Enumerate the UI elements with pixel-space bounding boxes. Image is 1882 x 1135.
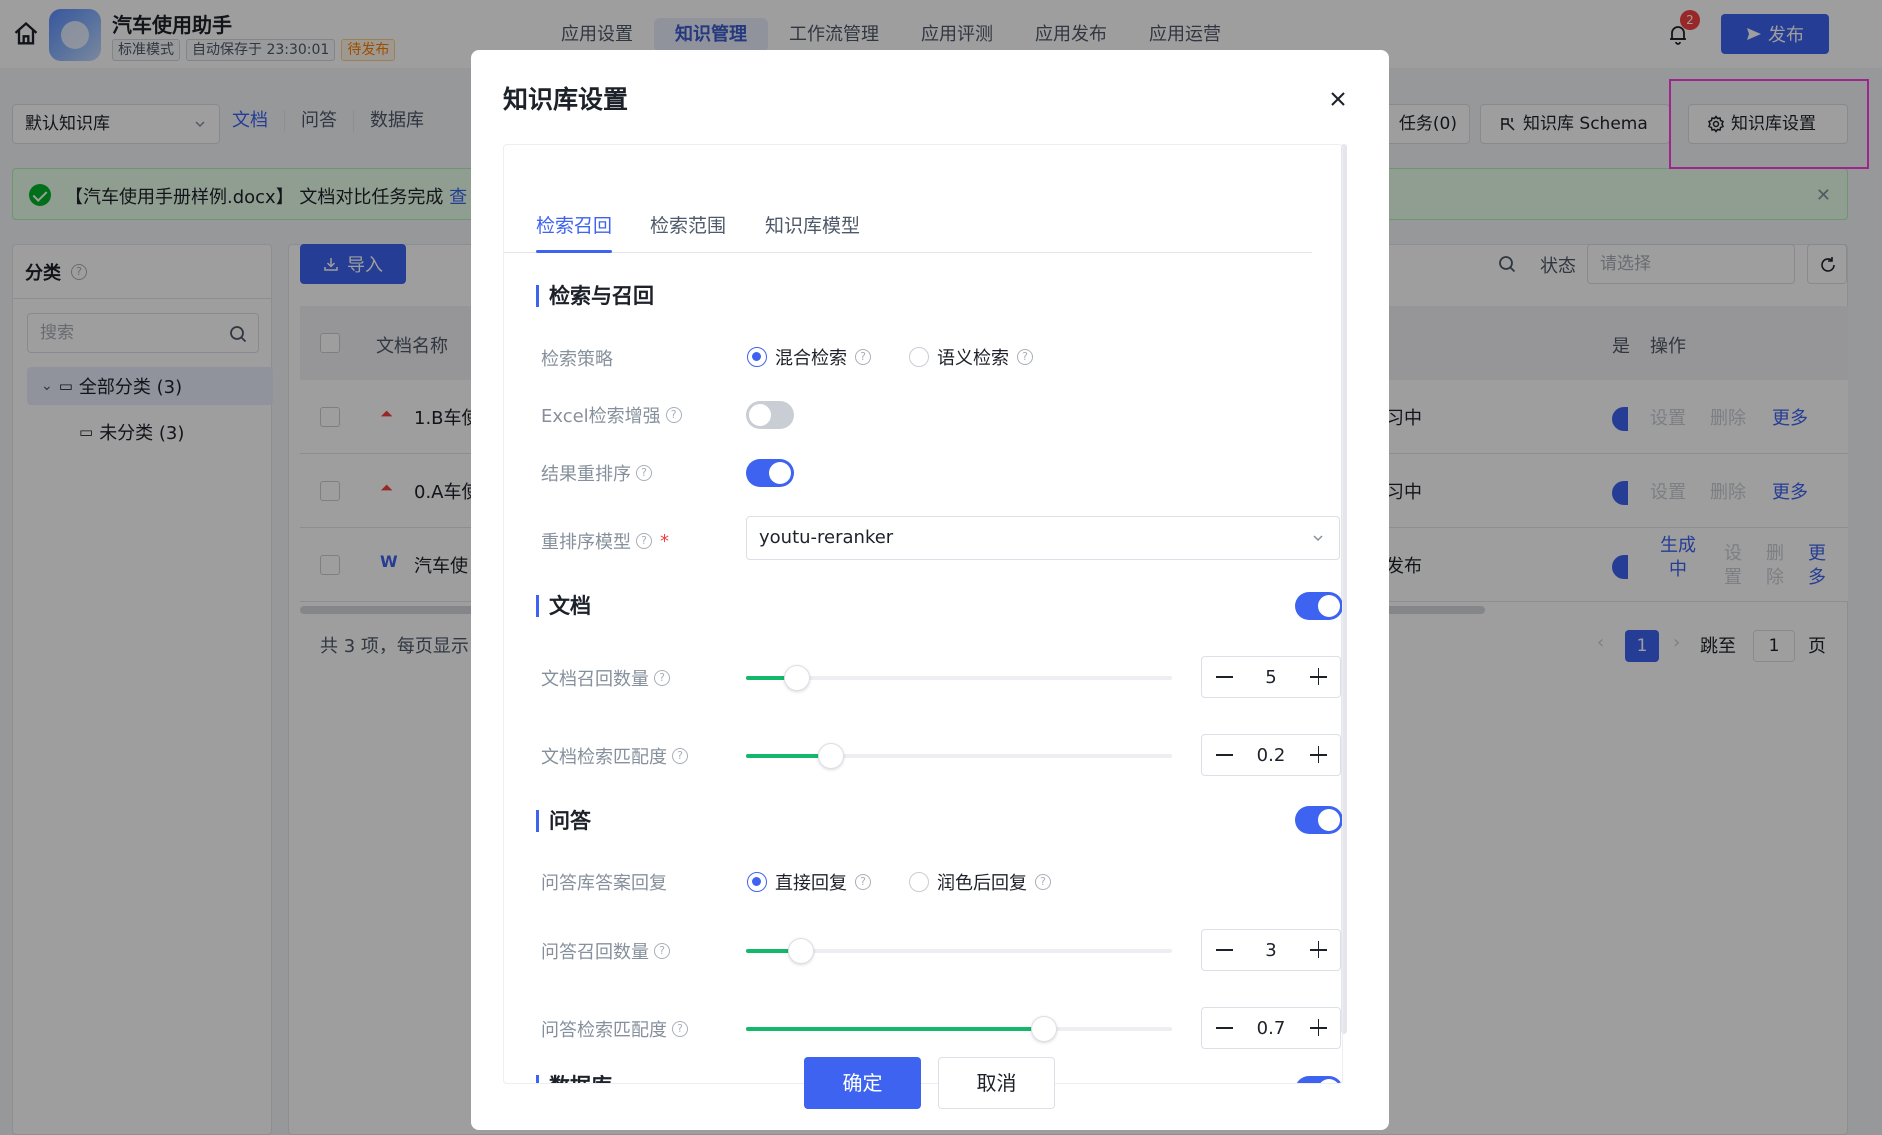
confirm-button[interactable]: 确定 <box>804 1057 921 1109</box>
decrement-button[interactable] <box>1202 930 1246 970</box>
strategy-label: 检索策略 <box>541 345 613 371</box>
dialog-title: 知识库设置 <box>503 85 629 114</box>
tab-scope[interactable]: 检索范围 <box>650 211 726 238</box>
slider-handle[interactable] <box>818 743 845 769</box>
radio-direct-reply[interactable]: 直接回复 ? <box>747 869 871 895</box>
help-icon[interactable]: ? <box>654 670 670 686</box>
rerank-model-label: 重排序模型 ? * <box>541 528 669 554</box>
increment-button[interactable] <box>1296 657 1340 697</box>
required-asterisk: * <box>660 530 669 552</box>
increment-button[interactable] <box>1296 930 1340 970</box>
excel-enhance-label: Excel检索增强 ? <box>541 402 682 428</box>
help-icon[interactable]: ? <box>855 349 871 365</box>
qa-switch[interactable] <box>1295 806 1342 834</box>
tab-retrieval[interactable]: 检索召回 <box>536 211 612 238</box>
rerank-label-text: 结果重排序 <box>541 464 631 485</box>
help-icon[interactable]: ? <box>1035 874 1051 890</box>
radio-hybrid-search[interactable]: 混合检索 ? <box>747 344 871 370</box>
increment-button[interactable] <box>1296 735 1340 775</box>
cancel-button[interactable]: 取消 <box>938 1057 1055 1109</box>
doc-match-stepper[interactable]: 0.2 <box>1201 734 1341 776</box>
qa-count-label: 问答召回数量 ? <box>541 938 670 964</box>
radio-label: 语义检索 <box>937 348 1009 369</box>
decrement-button[interactable] <box>1202 1008 1246 1048</box>
qa-count-slider[interactable] <box>746 938 1172 964</box>
stepper-value[interactable]: 0.2 <box>1246 745 1296 766</box>
stepper-value[interactable]: 5 <box>1246 667 1296 688</box>
database-switch[interactable] <box>1295 1076 1342 1083</box>
rerank-model-value: youtu-reranker <box>759 527 894 548</box>
section-retrieval-title: 检索与召回 <box>536 285 654 307</box>
qa-match-label-text: 问答检索匹配度 <box>541 1020 667 1041</box>
help-icon[interactable]: ? <box>665 407 682 423</box>
help-icon[interactable]: ? <box>654 943 670 959</box>
section-database-title: 数据库 <box>536 1075 612 1083</box>
tab-model[interactable]: 知识库模型 <box>765 211 860 238</box>
qa-match-label: 问答检索匹配度 ? <box>541 1016 688 1042</box>
help-icon[interactable]: ? <box>855 874 871 890</box>
chevron-down-icon <box>1313 535 1323 542</box>
dialog-body: 检索召回 检索范围 知识库模型 检索与召回 检索策略 混合检索 ? 语义检索 ?… <box>503 144 1343 1084</box>
section-document-title: 文档 <box>536 595 591 617</box>
slider-handle[interactable] <box>784 665 811 691</box>
slider-handle[interactable] <box>788 938 815 964</box>
increment-button[interactable] <box>1296 1008 1340 1048</box>
help-icon[interactable]: ? <box>1017 349 1033 365</box>
doc-match-label-text: 文档检索匹配度 <box>541 747 667 768</box>
qa-reply-label: 问答库答案回复 <box>541 869 667 895</box>
close-icon[interactable] <box>1325 86 1351 112</box>
stepper-value[interactable]: 0.7 <box>1246 1018 1296 1039</box>
rerank-model-label-text: 重排序模型 <box>541 532 631 553</box>
qa-reply-label-text: 问答库答案回复 <box>541 873 667 894</box>
help-icon[interactable]: ? <box>636 465 652 481</box>
section-qa-title: 问答 <box>536 810 591 832</box>
excel-enhance-switch[interactable] <box>746 401 794 429</box>
radio-button[interactable] <box>747 872 767 892</box>
decrement-button[interactable] <box>1202 657 1246 697</box>
settings-tabs: 检索召回 检索范围 知识库模型 <box>504 145 1312 253</box>
decrement-button[interactable] <box>1202 735 1246 775</box>
document-switch[interactable] <box>1295 592 1342 620</box>
rerank-model-select[interactable]: youtu-reranker <box>746 516 1340 560</box>
radio-label: 混合检索 <box>775 348 847 369</box>
doc-count-stepper[interactable]: 5 <box>1201 656 1341 698</box>
strategy-label-text: 检索策略 <box>541 349 613 370</box>
help-icon[interactable]: ? <box>636 533 652 549</box>
doc-match-slider[interactable] <box>746 743 1172 769</box>
qa-match-stepper[interactable]: 0.7 <box>1201 1007 1341 1049</box>
stepper-value[interactable]: 3 <box>1246 940 1296 961</box>
radio-label: 直接回复 <box>775 873 847 894</box>
radio-button[interactable] <box>747 347 767 367</box>
help-icon[interactable]: ? <box>672 748 688 764</box>
qa-count-label-text: 问答召回数量 <box>541 942 649 963</box>
doc-count-label: 文档召回数量 ? <box>541 665 670 691</box>
help-icon[interactable]: ? <box>672 1021 688 1037</box>
active-tab-indicator <box>536 250 612 253</box>
radio-polished-reply[interactable]: 润色后回复 ? <box>909 869 1051 895</box>
excel-enhance-label-text: Excel检索增强 <box>541 406 661 427</box>
doc-count-slider[interactable] <box>746 665 1172 691</box>
radio-semantic-search[interactable]: 语义检索 ? <box>909 344 1033 370</box>
doc-match-label: 文档检索匹配度 ? <box>541 743 688 769</box>
rerank-switch[interactable] <box>746 459 794 487</box>
slider-handle[interactable] <box>1031 1016 1058 1042</box>
qa-match-slider[interactable] <box>746 1016 1172 1042</box>
rerank-label: 结果重排序 ? <box>541 460 652 486</box>
slider-fill <box>746 1027 1045 1031</box>
kb-settings-dialog: 知识库设置 检索召回 检索范围 知识库模型 检索与召回 检索策略 混合检索 ? … <box>471 50 1389 1130</box>
doc-count-label-text: 文档召回数量 <box>541 669 649 690</box>
radio-button[interactable] <box>909 872 929 892</box>
qa-count-stepper[interactable]: 3 <box>1201 929 1341 971</box>
radio-button[interactable] <box>909 347 929 367</box>
radio-label: 润色后回复 <box>937 873 1027 894</box>
